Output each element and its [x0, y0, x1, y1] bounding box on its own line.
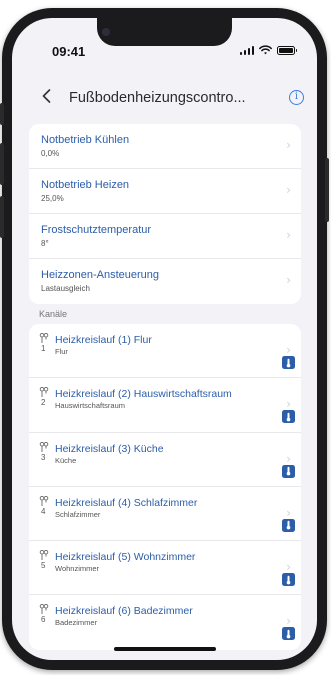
heating-circuit-icon	[39, 333, 49, 343]
setting-title: Heizzonen-Ansteuerung	[41, 269, 160, 281]
volume-down-button	[0, 196, 4, 238]
chevron-left-icon	[42, 89, 50, 103]
thermometer-icon[interactable]	[282, 518, 295, 532]
camera-icon	[102, 28, 110, 36]
chevron-right-icon: ›	[286, 138, 291, 152]
chevron-right-icon: ›	[286, 560, 291, 575]
chevron-right-icon: ›	[286, 273, 291, 287]
home-indicator[interactable]	[114, 647, 216, 651]
channel-number: 5	[41, 561, 46, 571]
status-icons	[239, 45, 297, 55]
setting-title: Notbetrieb Heizen	[41, 179, 130, 191]
heating-circuit-icon	[39, 550, 49, 561]
screen: 09:41 Fußbodenheizungscontro... i Notbet…	[12, 18, 317, 660]
section-label-channels: Kanäle	[39, 309, 68, 319]
channel-row[interactable]: 2 Heizkreislauf (2) Hauswirtschaftsraum Ha…	[29, 378, 301, 433]
channel-title: Heizkreislauf (6) Badezimmer	[55, 605, 193, 618]
page-title: Fußbodenheizungscontro...	[69, 90, 246, 106]
channel-number: 3	[41, 452, 46, 462]
setting-value: Lastausgleich	[41, 284, 90, 293]
settings-card: Notbetrieb Kühlen 0,0% › Notbetrieb Heizen 2…	[29, 124, 301, 304]
setting-value: 8°	[41, 239, 49, 248]
channel-number: 1	[41, 344, 46, 353]
channel-room: Badezimmer	[55, 618, 98, 628]
chevron-right-icon: ›	[286, 228, 291, 242]
heating-circuit-icon	[39, 604, 49, 615]
heating-circuit-icon	[39, 441, 49, 452]
channel-room: Hauswirtschaftsraum	[55, 401, 126, 411]
back-button[interactable]	[38, 86, 54, 106]
signal-icon	[239, 45, 254, 55]
settings-row[interactable]: Heizzonen-Ansteuerung Lastausgleich ›	[29, 259, 301, 304]
channel-title: Heizkreislauf (4) Schlafzimmer	[55, 496, 198, 509]
settings-row[interactable]: Notbetrieb Kühlen 0,0% ›	[29, 124, 301, 169]
thermometer-icon[interactable]	[282, 627, 295, 641]
chevron-right-icon: ›	[286, 183, 291, 197]
thermometer-icon[interactable]	[282, 464, 295, 478]
setting-title: Notbetrieb Kühlen	[41, 134, 130, 146]
channel-room: Wohnzimmer	[55, 564, 100, 574]
chevron-right-icon: ›	[286, 505, 291, 520]
channel-number: 2	[41, 398, 46, 408]
heating-circuit-icon	[39, 495, 49, 506]
chevron-right-icon: ›	[286, 343, 291, 357]
channel-room: Küche	[55, 455, 77, 465]
heating-circuit-icon	[39, 387, 49, 398]
channel-row[interactable]: 3 Heizkreislauf (3) Küche Küche ›	[29, 433, 301, 487]
notch	[97, 18, 232, 46]
status-time: 09:41	[52, 44, 86, 59]
channel-row[interactable]: 4 Heizkreislauf (4) Schlafzimmer Schlafzim…	[29, 487, 301, 542]
info-icon[interactable]: i	[289, 90, 304, 105]
battery-icon	[277, 45, 297, 55]
thermometer-icon[interactable]	[282, 356, 295, 369]
channel-title: Heizkreislauf (3) Küche	[55, 442, 164, 455]
settings-row[interactable]: Notbetrieb Heizen 25,0% ›	[29, 169, 301, 214]
channel-title: Heizkreislauf (1) Flur	[55, 334, 152, 346]
chevron-right-icon: ›	[286, 614, 291, 629]
chevron-right-icon: ›	[286, 397, 291, 412]
mute-switch	[0, 103, 4, 125]
channel-room: Schlafzimmer	[55, 509, 101, 519]
channel-row[interactable]: 6 Heizkreislauf (6) Badezimmer Badezimmer ›	[29, 595, 301, 649]
volume-up-button	[0, 143, 4, 185]
channel-room: Flur	[55, 347, 68, 356]
channel-title: Heizkreislauf (5) Wohnzimmer	[55, 551, 196, 564]
thermometer-icon[interactable]	[282, 410, 295, 424]
channel-row[interactable]: 5 Heizkreislauf (5) Wohnzimmer Wohnzimmer ›	[29, 541, 301, 596]
chevron-right-icon: ›	[286, 451, 291, 466]
channel-number: 6	[41, 615, 46, 625]
setting-title: Frostschutztemperatur	[41, 224, 152, 236]
phone-frame: 09:41 Fußbodenheizungscontro... i Notbet…	[0, 8, 329, 670]
thermometer-icon[interactable]	[282, 573, 295, 587]
channel-row[interactable]: 1 Heizkreislauf (1) Flur Flur ›	[29, 324, 301, 379]
channel-number: 4	[41, 506, 46, 516]
settings-row[interactable]: Frostschutztemperatur 8° ›	[29, 214, 301, 259]
setting-value: 0,0%	[41, 149, 60, 158]
power-button	[325, 158, 329, 222]
wifi-icon	[259, 45, 272, 55]
channel-title: Heizkreislauf (2) Hauswirtschaftsraum	[55, 388, 232, 401]
channels-card: 1 Heizkreislauf (1) Flur Flur › 2 Heizkreisla…	[29, 324, 301, 650]
setting-value: 25,0%	[41, 194, 64, 203]
navigation-bar: Fußbodenheizungscontro... i	[12, 80, 317, 114]
